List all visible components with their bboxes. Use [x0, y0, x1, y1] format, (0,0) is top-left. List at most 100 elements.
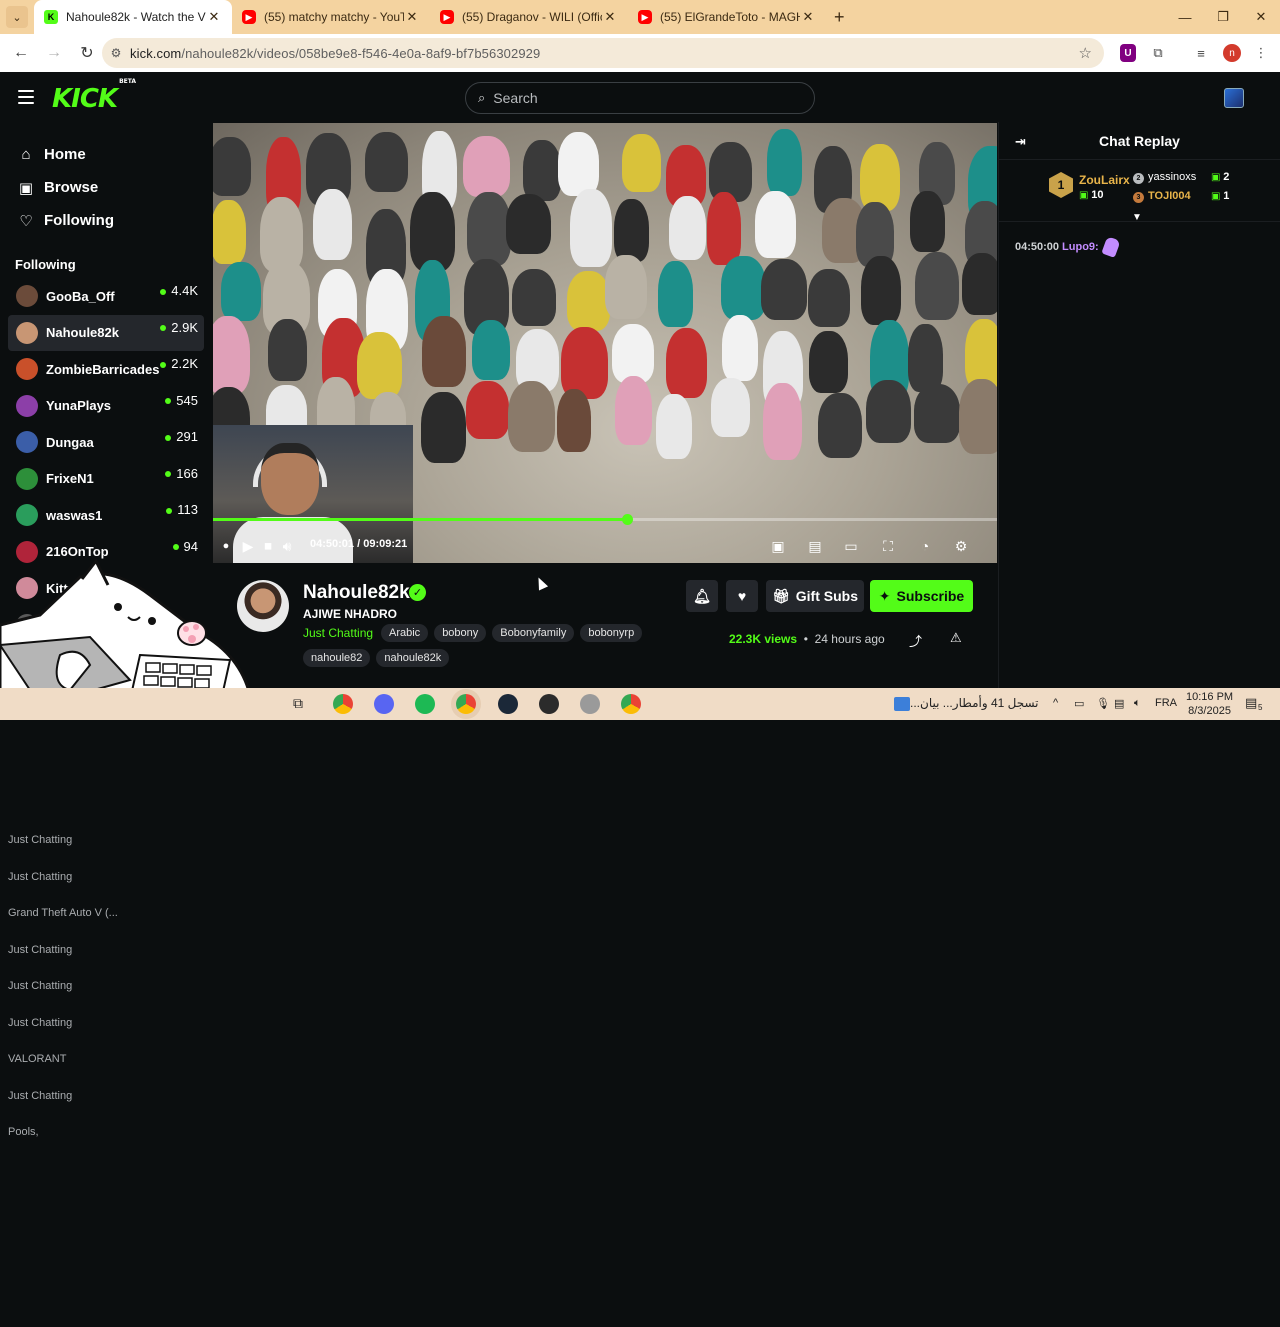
fullscreen-icon[interactable]: ⛶: [877, 535, 899, 557]
channel-info: Nahoule82k ✓ AJIWE NHADRO Just Chatting …: [213, 572, 997, 688]
settings-gear-icon[interactable]: ⚙: [950, 535, 972, 557]
report-warning-icon[interactable]: ⚠: [950, 630, 962, 646]
system-clock[interactable]: 10:16 PM 8/3/2025: [1186, 690, 1233, 718]
restore-icon[interactable]: ❐: [1204, 0, 1242, 34]
share-icon[interactable]: ⤴: [909, 631, 922, 650]
tag-chip[interactable]: bobony: [434, 624, 487, 642]
news-icon: [894, 696, 910, 711]
tab-search-button[interactable]: ⌄: [6, 6, 28, 28]
ublock-extension-icon[interactable]: U: [1120, 44, 1136, 62]
channel-name[interactable]: Nahoule82k: [303, 582, 410, 604]
tag-chip[interactable]: bobonyrp: [580, 624, 643, 642]
nav-following[interactable]: ♡ Following: [0, 204, 212, 237]
tab-close-icon[interactable]: ✕: [602, 9, 618, 25]
minimize-icon[interactable]: —: [1166, 0, 1204, 34]
clip-create-icon[interactable]: ▤: [804, 535, 826, 557]
address-bar[interactable]: ⚙ kick.com/nahoule82k/videos/058be9e8-f5…: [102, 38, 1104, 68]
volume-icon[interactable]: 🔊︎: [276, 535, 298, 557]
tab-title: (55) Draganov - WILI (Official M: [462, 10, 602, 24]
tab-youtube-1[interactable]: ▶ (55) matchy matchy - YouTube ✕: [232, 0, 430, 34]
app-taskbar-icon[interactable]: [580, 694, 600, 714]
forward-icon[interactable]: →: [39, 38, 69, 68]
notification-bell-button[interactable]: 🔔︎: [686, 580, 718, 612]
verified-badge-icon: ✓: [409, 584, 426, 601]
kick-logo[interactable]: KICKBETA: [52, 78, 136, 114]
new-tab-icon[interactable]: +: [834, 7, 845, 28]
microphone-icon[interactable]: 🎙︎: [1096, 697, 1110, 710]
site-info-icon[interactable]: ⚙: [102, 46, 130, 60]
tray-chevron-icon[interactable]: ^: [1053, 697, 1058, 709]
user-avatar[interactable]: [1224, 88, 1244, 108]
play-icon[interactable]: ▶: [237, 535, 259, 557]
channel-name: FrixeN1: [46, 471, 94, 487]
tab-title: (55) matchy matchy - YouTube: [264, 10, 404, 24]
crowd-figure: [561, 327, 609, 399]
chat-message: 04:50:00 Lupo9:: [1015, 236, 1121, 258]
chrome-profile-taskbar-icon[interactable]: [621, 694, 641, 714]
crowd-figure: [866, 380, 911, 443]
leader-3[interactable]: 3 TOJI004: [1133, 190, 1191, 203]
browser-menu-icon[interactable]: ⋮: [1250, 42, 1272, 64]
chrome-taskbar-icon[interactable]: [333, 694, 353, 714]
gift-subs-button[interactable]: 🎁︎ Gift Subs: [766, 580, 864, 612]
subscribe-button[interactable]: ✦ Subscribe: [870, 580, 973, 612]
nav-home[interactable]: ⌂ Home: [0, 138, 212, 171]
tab-close-icon[interactable]: ✕: [404, 9, 420, 25]
following-channel[interactable]: YunaPlays Just Chatting 545: [8, 388, 204, 956]
speaker-icon[interactable]: 🔈︎: [1134, 697, 1141, 710]
extensions-puzzle-icon[interactable]: ⧉: [1147, 42, 1169, 64]
network-icon[interactable]: ▤: [1114, 697, 1124, 710]
tab-close-icon[interactable]: ✕: [206, 9, 222, 25]
tag-chip[interactable]: Bobonyfamily: [492, 624, 575, 642]
back-icon[interactable]: ←: [6, 38, 36, 68]
reload-icon[interactable]: ↻: [72, 38, 102, 68]
following-channel[interactable]: waswas1 VALORANT 113: [8, 497, 204, 1065]
tab-kick[interactable]: K Nahoule82k - Watch the VOD o ✕: [34, 0, 232, 34]
profile-avatar[interactable]: n: [1223, 44, 1241, 62]
playback-speed-icon[interactable]: ◔: [914, 535, 936, 557]
chrome-active-taskbar-icon[interactable]: [456, 694, 476, 714]
video-player[interactable]: ● ▶ ◼ 🔊︎ 04:50:01 / 09:09:21 ▣ ▤ ▭ ⛶ ◔ ⚙: [213, 123, 997, 563]
collapse-chat-icon[interactable]: ⇥: [1015, 134, 1026, 150]
search-input[interactable]: [493, 90, 784, 106]
following-channel[interactable]: ZombieBarricades Grand Theft Auto V (... 2…: [8, 351, 204, 919]
expand-leaderboard-icon[interactable]: ▼: [1132, 212, 1142, 223]
following-channel[interactable]: GooBa_Off Just Chatting 4.4K: [8, 278, 204, 846]
theater-mode-icon[interactable]: ▭: [840, 535, 862, 557]
task-view-icon[interactable]: ⧉: [293, 695, 303, 712]
miniplayer-icon[interactable]: ▣: [767, 535, 789, 557]
media-controls-icon[interactable]: ≡: [1190, 42, 1212, 64]
search-box[interactable]: ⌕: [465, 82, 815, 114]
discord-taskbar-icon[interactable]: [374, 694, 394, 714]
news-widget[interactable]: تسجل 41 وأمطار... بيان...: [888, 696, 1039, 711]
progress-bar[interactable]: [213, 514, 997, 525]
tag-chip[interactable]: Arabic: [381, 624, 429, 642]
spotify-taskbar-icon[interactable]: [415, 694, 435, 714]
tag-chip[interactable]: nahoule82: [303, 649, 371, 667]
notifications-icon[interactable]: ▤: [1245, 695, 1257, 711]
menu-hamburger-icon[interactable]: [18, 90, 34, 104]
tab-youtube-3[interactable]: ▶ (55) ElGrandeToto - MAGHRIBI ✕: [628, 0, 826, 34]
nav-browse[interactable]: ▣ Browse: [0, 171, 212, 204]
message-user[interactable]: Lupo9:: [1062, 241, 1099, 253]
tab-close-icon[interactable]: ✕: [800, 9, 816, 25]
bookmark-star-icon[interactable]: ☆: [1079, 44, 1092, 62]
following-channel[interactable]: Nahoule82k Just Chatting 2.9K: [8, 314, 204, 883]
tag-chip[interactable]: nahoule82k: [376, 649, 450, 667]
progress-knob[interactable]: [621, 514, 633, 525]
category-link[interactable]: Just Chatting: [303, 626, 373, 640]
follow-heart-button[interactable]: ♥: [726, 580, 758, 612]
leader-name[interactable]: ZouLairx: [1079, 173, 1130, 187]
obs-taskbar-icon[interactable]: [539, 694, 559, 714]
steam-taskbar-icon[interactable]: [498, 694, 518, 714]
close-window-icon[interactable]: ✕: [1242, 0, 1280, 34]
language-indicator[interactable]: FRA: [1155, 697, 1177, 709]
following-channel[interactable]: Dungaa Just Chatting 291: [8, 424, 204, 992]
crowd-figure: [721, 314, 758, 381]
tab-title: (55) ElGrandeToto - MAGHRIBI: [660, 10, 800, 24]
following-channel[interactable]: FrixeN1 Just Chatting 166: [8, 461, 204, 1029]
tray-app-icon[interactable]: ▭: [1074, 697, 1084, 710]
player-controls: ● ▶ ◼ 🔊︎ 04:50:01 / 09:09:21 ▣ ▤ ▭ ⛶ ◔ ⚙: [213, 531, 997, 561]
leader-2[interactable]: 2 yassinoxs: [1133, 171, 1196, 184]
tab-youtube-2[interactable]: ▶ (55) Draganov - WILI (Official M ✕: [430, 0, 628, 34]
